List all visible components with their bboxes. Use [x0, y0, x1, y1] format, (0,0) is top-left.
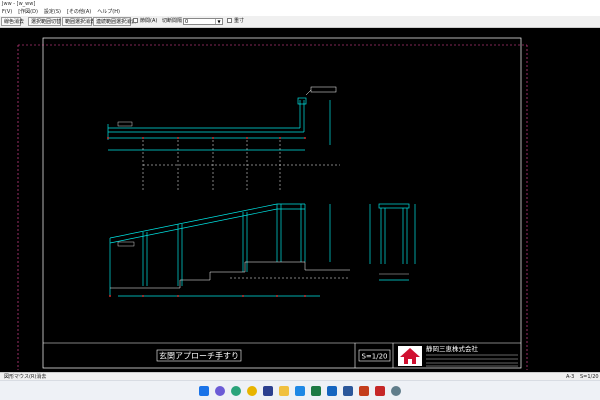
menu-bar: F(V) [作図(D) 設定(S) [その他(A) ヘルプ(H): [0, 8, 600, 16]
drawing-canvas[interactable]: 玄関アプローチ手すり S=1/20 静岡三恵株式会社: [0, 28, 600, 372]
elevation-view: [109, 203, 331, 297]
double-dim-checkbox[interactable]: [227, 18, 232, 23]
drawing-title: 玄関アプローチ手すり: [159, 351, 239, 361]
node-checkbox-label: 節間(A): [140, 18, 158, 24]
menu-item-view[interactable]: F(V): [2, 8, 12, 16]
sheet-border: [42, 37, 522, 369]
drawing-scale: S=1/20: [361, 353, 387, 361]
word-icon[interactable]: [343, 386, 353, 396]
node-checkbox[interactable]: [133, 18, 138, 23]
elevation-ground: [110, 241, 350, 289]
company-logo: [398, 346, 422, 366]
jw-icon[interactable]: [263, 386, 273, 396]
line-color-erase-button[interactable]: 線色消去: [1, 17, 24, 26]
range-erase-button[interactable]: 範囲選択消去: [62, 17, 95, 26]
side-view: [369, 203, 416, 281]
settings-icon[interactable]: [391, 386, 401, 396]
copilot-icon[interactable]: [215, 386, 225, 396]
cut-interval-value: 0: [185, 19, 189, 25]
double-dim-label: 重寸: [234, 18, 245, 24]
plan-leader-label: [310, 86, 337, 93]
powerpoint-icon[interactable]: [359, 386, 369, 396]
edge-icon[interactable]: [231, 386, 241, 396]
menu-item-help[interactable]: ヘルプ(H): [97, 8, 120, 16]
toolbar: 線色消去 選択範囲切替 範囲選択消去 連続範囲選択消去 節間(A) 切断間隔 0…: [0, 16, 600, 28]
selection-toggle-button[interactable]: 選択範囲切替: [28, 17, 61, 26]
continuous-range-erase-button[interactable]: 連続範囲選択消去: [93, 17, 136, 26]
plan-hidden-lines: [142, 140, 340, 190]
cad-drawing: 玄関アプローチ手すり S=1/20 静岡三恵株式会社: [17, 37, 528, 370]
menu-item-other[interactable]: [その他(A): [67, 8, 91, 16]
menu-item-draw[interactable]: [作図(D): [18, 8, 38, 16]
plan-view: [107, 97, 331, 151]
company-name: 静岡三恵株式会社: [426, 344, 479, 353]
cut-interval-select[interactable]: 0 ▼: [183, 18, 223, 25]
outlook-icon[interactable]: [327, 386, 337, 396]
cad-icon[interactable]: [375, 386, 385, 396]
taskbar: [0, 380, 600, 400]
store-icon[interactable]: [295, 386, 305, 396]
chrome-icon[interactable]: [247, 386, 257, 396]
company-address-lines: [426, 354, 518, 367]
windows-icon[interactable]: [199, 386, 209, 396]
menu-item-settings[interactable]: 設定(S): [44, 8, 61, 16]
chevron-down-icon: ▼: [215, 19, 222, 24]
plan-tag: [117, 121, 133, 127]
window-title: Jww - [w_ww]: [2, 1, 36, 7]
window-titlebar: Jww - [w_ww]: [0, 0, 600, 8]
cut-interval-label: 切断間隔: [162, 18, 183, 24]
explorer-icon[interactable]: [279, 386, 289, 396]
excel-icon[interactable]: [311, 386, 321, 396]
status-bar: 図形マウス(R)消去 A-3 S=1/20: [0, 372, 600, 380]
